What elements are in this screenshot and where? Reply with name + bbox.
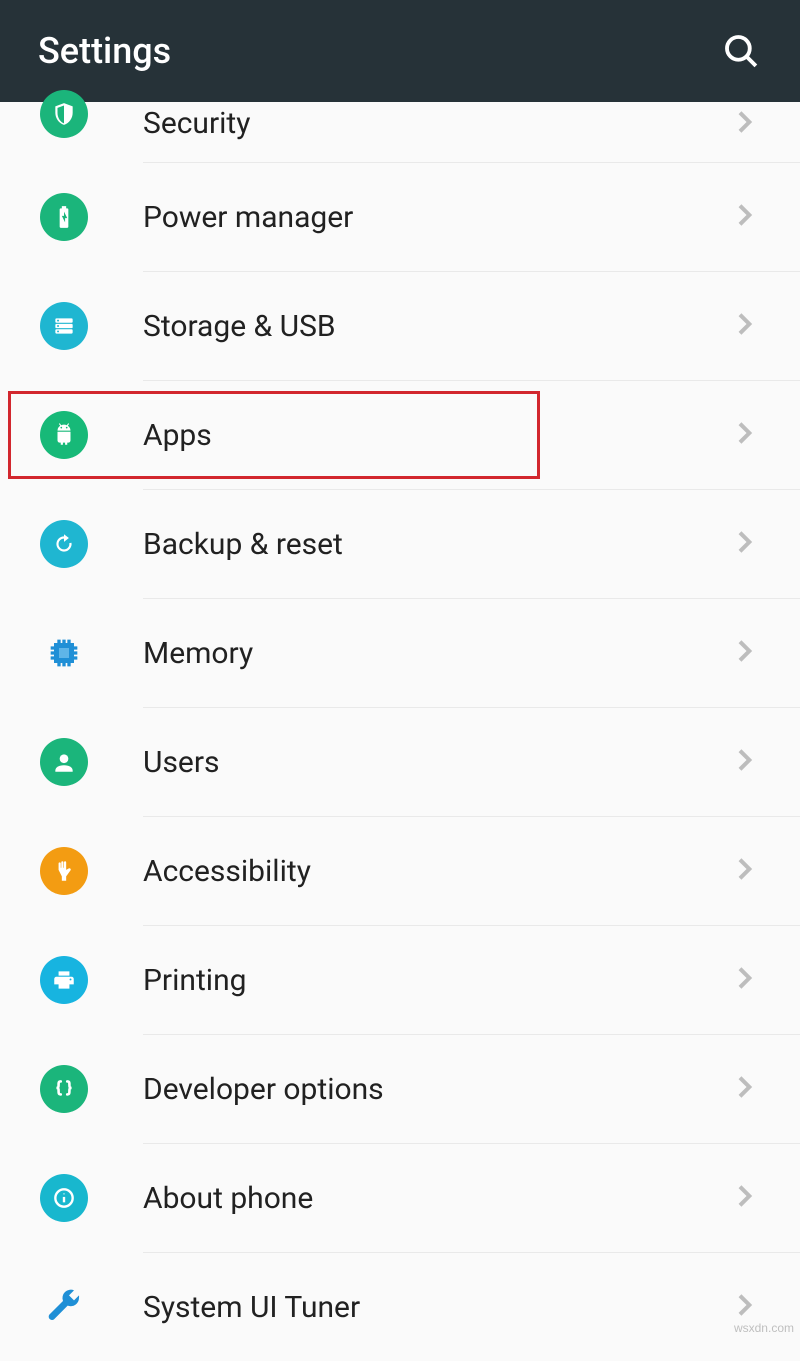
chevron-right-icon bbox=[728, 417, 760, 453]
refresh-icon bbox=[40, 520, 88, 568]
chevron-right-icon bbox=[728, 962, 760, 998]
settings-item-label: Power manager bbox=[143, 200, 728, 235]
settings-item-security[interactable]: Security bbox=[0, 102, 800, 162]
settings-item-users[interactable]: Users bbox=[0, 708, 800, 816]
hand-icon bbox=[40, 847, 88, 895]
search-button[interactable] bbox=[720, 30, 762, 72]
wrench-icon bbox=[40, 1283, 88, 1331]
settings-list: Security Power manager Storage & USB App… bbox=[0, 102, 800, 1361]
person-icon bbox=[40, 738, 88, 786]
android-icon bbox=[40, 411, 88, 459]
settings-item-storage-usb[interactable]: Storage & USB bbox=[0, 272, 800, 380]
printer-icon bbox=[40, 956, 88, 1004]
settings-item-apps[interactable]: Apps bbox=[0, 381, 800, 489]
settings-item-backup-reset[interactable]: Backup & reset bbox=[0, 490, 800, 598]
settings-item-label: Security bbox=[143, 106, 728, 141]
page-title: Settings bbox=[38, 30, 171, 72]
battery-icon bbox=[40, 193, 88, 241]
chevron-right-icon bbox=[728, 744, 760, 780]
chevron-right-icon bbox=[728, 1071, 760, 1107]
settings-item-label: Accessibility bbox=[143, 854, 728, 889]
chevron-right-icon bbox=[728, 526, 760, 562]
settings-item-label: Apps bbox=[143, 418, 728, 453]
settings-item-printing[interactable]: Printing bbox=[0, 926, 800, 1034]
info-icon bbox=[40, 1174, 88, 1222]
settings-item-developer-options[interactable]: Developer options bbox=[0, 1035, 800, 1143]
settings-item-label: Memory bbox=[143, 636, 728, 671]
chevron-right-icon bbox=[728, 199, 760, 235]
settings-item-system-ui-tuner[interactable]: System UI Tuner bbox=[0, 1253, 800, 1361]
memory-chip-icon bbox=[40, 629, 88, 677]
settings-item-label: Developer options bbox=[143, 1072, 728, 1107]
chevron-right-icon bbox=[728, 635, 760, 671]
settings-item-label: Printing bbox=[143, 963, 728, 998]
settings-item-memory[interactable]: Memory bbox=[0, 599, 800, 707]
search-icon bbox=[720, 30, 762, 72]
settings-item-label: Users bbox=[143, 745, 728, 780]
settings-item-label: Storage & USB bbox=[143, 309, 728, 344]
settings-item-label: About phone bbox=[143, 1181, 728, 1216]
storage-icon bbox=[40, 302, 88, 350]
code-braces-icon bbox=[40, 1065, 88, 1113]
shield-icon bbox=[40, 90, 88, 138]
settings-item-about-phone[interactable]: About phone bbox=[0, 1144, 800, 1252]
chevron-right-icon bbox=[728, 853, 760, 889]
settings-item-accessibility[interactable]: Accessibility bbox=[0, 817, 800, 925]
chevron-right-icon bbox=[728, 106, 760, 142]
chevron-right-icon bbox=[728, 1289, 760, 1325]
chevron-right-icon bbox=[728, 308, 760, 344]
app-header: Settings bbox=[0, 0, 800, 102]
watermark: wsxdn.com bbox=[734, 1321, 794, 1335]
chevron-right-icon bbox=[728, 1180, 760, 1216]
settings-item-power-manager[interactable]: Power manager bbox=[0, 163, 800, 271]
settings-item-label: Backup & reset bbox=[143, 527, 728, 562]
settings-item-label: System UI Tuner bbox=[143, 1290, 728, 1325]
